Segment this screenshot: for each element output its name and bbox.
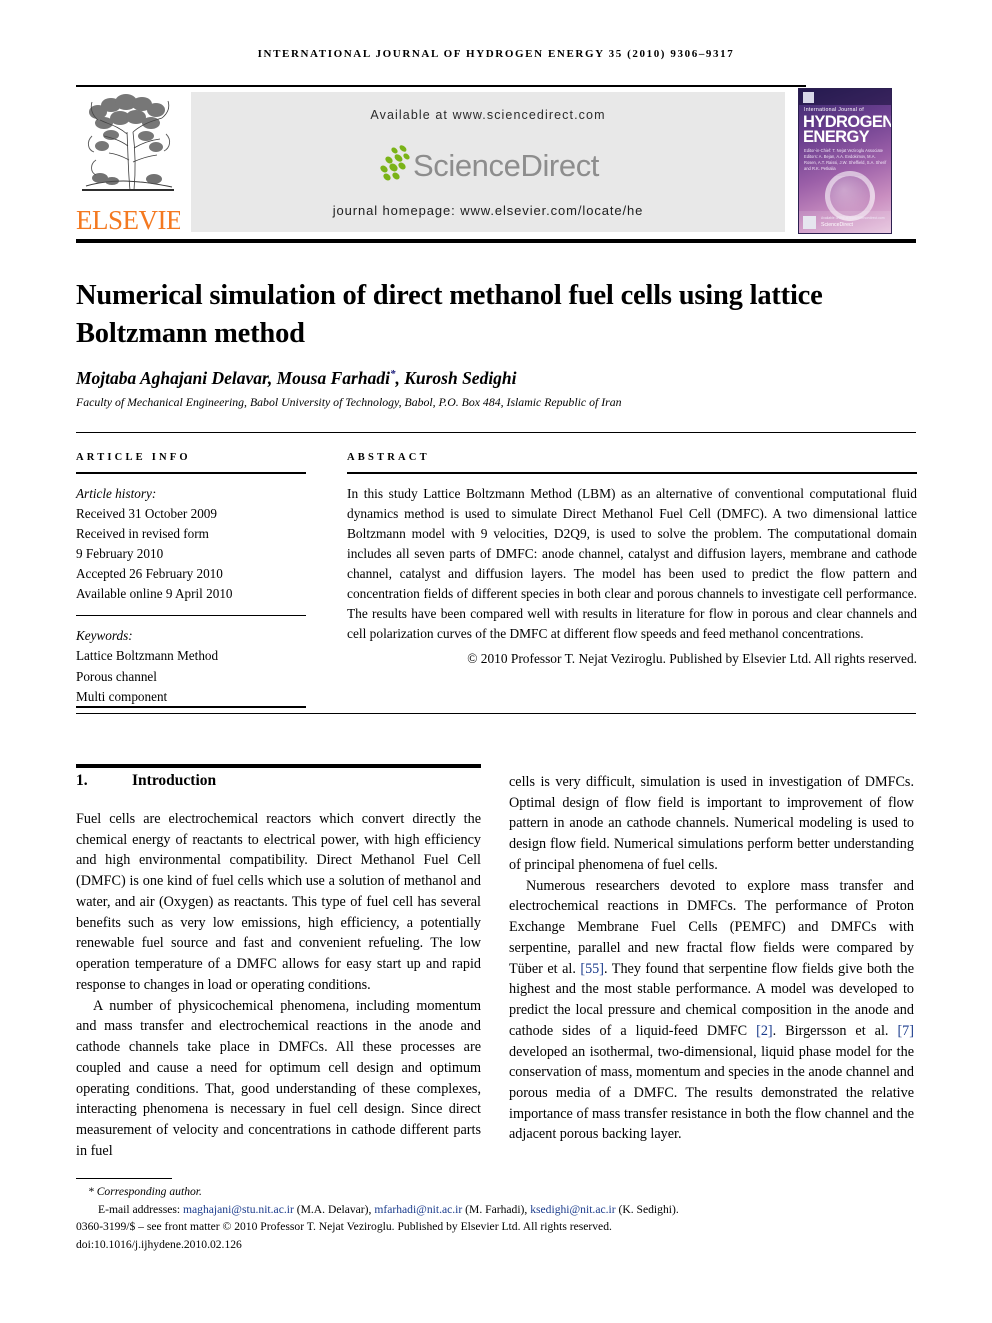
paragraph-part: developed an isothermal, two-dimensional… [509,1043,914,1143]
reference-link-2[interactable]: [2] [756,1023,773,1039]
paragraph-part: . Birgersson et al. [772,1022,898,1039]
body-top-rule [76,764,481,768]
cover-publisher-badge [803,92,814,103]
abstract-rule [347,472,917,474]
header-rule [76,85,806,87]
email-addresses-label: E-mail addresses: [98,1202,181,1216]
article-info-rule [76,472,306,474]
corresponding-author-note: * Corresponding author. [88,1185,202,1198]
footnote-block: * Corresponding author. E-mail addresses… [76,1183,916,1253]
keywords-label: Keywords: [76,628,133,644]
running-head: INTERNATIONAL JOURNAL OF HYDROGEN ENERGY… [257,48,735,60]
sciencedirect-banner: Available at www.sciencedirect.com Scien… [191,92,785,232]
article-history-item: Received in revised form [76,525,209,541]
journal-cover-image: International Journal of HYDROGEN ENERGY… [798,88,892,234]
masthead: ELSEVIER Available at www.sciencedirect.… [76,88,916,236]
keywords-top-rule [76,614,306,617]
paragraph: Fuel cells are electrochemical reactors … [76,811,481,993]
journal-homepage-text: journal homepage: www.elsevier.com/locat… [332,203,644,218]
issn-copyright-line: 0360-3199/$ – see front matter © 2010 Pr… [76,1220,612,1234]
abstract-text: In this study Lattice Boltzmann Method (… [347,485,917,642]
email-owner-farhadi: (M. Farhadi) [465,1202,525,1216]
article-history-item: Received 31 October 2009 [76,505,217,521]
cover-title-line2: ENERGY [803,128,870,146]
article-history-item: 9 February 2010 [76,545,164,561]
authors-tail: , Kurosh Sedighi [395,368,517,388]
abstract-copyright: © 2010 Professor T. Nejat Veziroglu. Pub… [467,651,917,667]
paragraph: A number of physicochemical phenomena, i… [76,997,481,1159]
email-link-delavar[interactable]: maghajani@stu.nit.ac.ir [183,1203,294,1216]
elsevier-tree-icon [78,90,178,200]
keyword-item: Porous channel [76,668,157,684]
available-at-text: Available at www.sciencedirect.com [370,108,606,122]
article-info-bottom-rule [76,706,306,708]
keyword-item: Lattice Boltzmann Method [76,648,219,664]
body-right-column: cells is very difficult, simulation is u… [509,772,914,1145]
email-owner-delavar: (M.A. Delavar) [296,1202,369,1216]
body-left-column: 1. Introduction Fuel cells are electroche… [76,772,481,1161]
info-section-top-rule [76,432,916,433]
cover-footer-line: Available online at www.sciencedirect.co… [821,216,885,220]
authors-main: Mojtaba Aghajani Delavar, Mousa Farhadi [76,368,390,388]
keywords-block: Keywords: Lattice Boltzmann Method Porou… [76,626,306,706]
email-owner-sedighi: (K. Sedighi) [618,1202,676,1216]
email-addresses-line: E-mail addresses: maghajani@stu.nit.ac.i… [98,1202,679,1216]
section-label: Introduction [132,772,217,789]
reference-link-7[interactable]: [7] [897,1023,914,1039]
article-history-label: Article history: [76,485,157,501]
sciencedirect-leaves-icon [377,144,411,186]
affiliation: Faculty of Mechanical Engineering, Babol… [76,395,622,409]
abstract-bottom-rule [76,713,916,714]
email-link-sedighi[interactable]: ksedighi@nit.ac.ir [530,1203,615,1216]
page-title: Numerical simulation of direct methanol … [76,280,823,350]
sciencedirect-wordmark: ScienceDirect [412,148,600,183]
journal-article-page: INTERNATIONAL JOURNAL OF HYDROGEN ENERGY… [0,0,992,1323]
sciencedirect-logo: ScienceDirect [191,144,785,192]
cover-footer-sciencedirect: ScienceDirect [821,222,854,228]
elsevier-wordmark: ELSEVIER [76,205,180,235]
footnote-rule [76,1178,172,1179]
section-number: 1. [76,772,88,789]
cover-editors: Editor-in-Chief: T. Nejat Veziroglu Asso… [804,148,887,171]
abstract-heading: ABSTRACT [347,452,430,463]
doi-line: doi:10.1016/j.ijhydene.2010.02.126 [76,1237,242,1251]
article-history: Article history: Received 31 October 200… [76,484,306,604]
paragraph: cells is very difficult, simulation is u… [509,774,914,873]
article-history-item: Available online 9 April 2010 [76,585,233,601]
abstract-column: ABSTRACT In this study Lattice Boltzmann… [347,452,917,669]
article-info-column: ARTICLE INFO Article history: Received 3… [76,452,306,707]
reference-link-55[interactable]: [55] [580,961,604,977]
article-info-heading: ARTICLE INFO [76,452,191,463]
section-title-introduction: 1. Introduction [76,772,481,790]
cover-footer-badge [803,216,816,229]
elsevier-logo: ELSEVIER [76,88,180,236]
author-list: Mojtaba Aghajani Delavar, Mousa Farhadi*… [76,368,876,389]
email-link-farhadi[interactable]: mfarhadi@nit.ac.ir [374,1203,462,1216]
article-history-item: Accepted 26 February 2010 [76,565,223,581]
masthead-bottom-rule [76,239,916,243]
paragraph-with-references: Numerous researchers devoted to explore … [509,876,914,1146]
keyword-item: Multi component [76,688,168,704]
